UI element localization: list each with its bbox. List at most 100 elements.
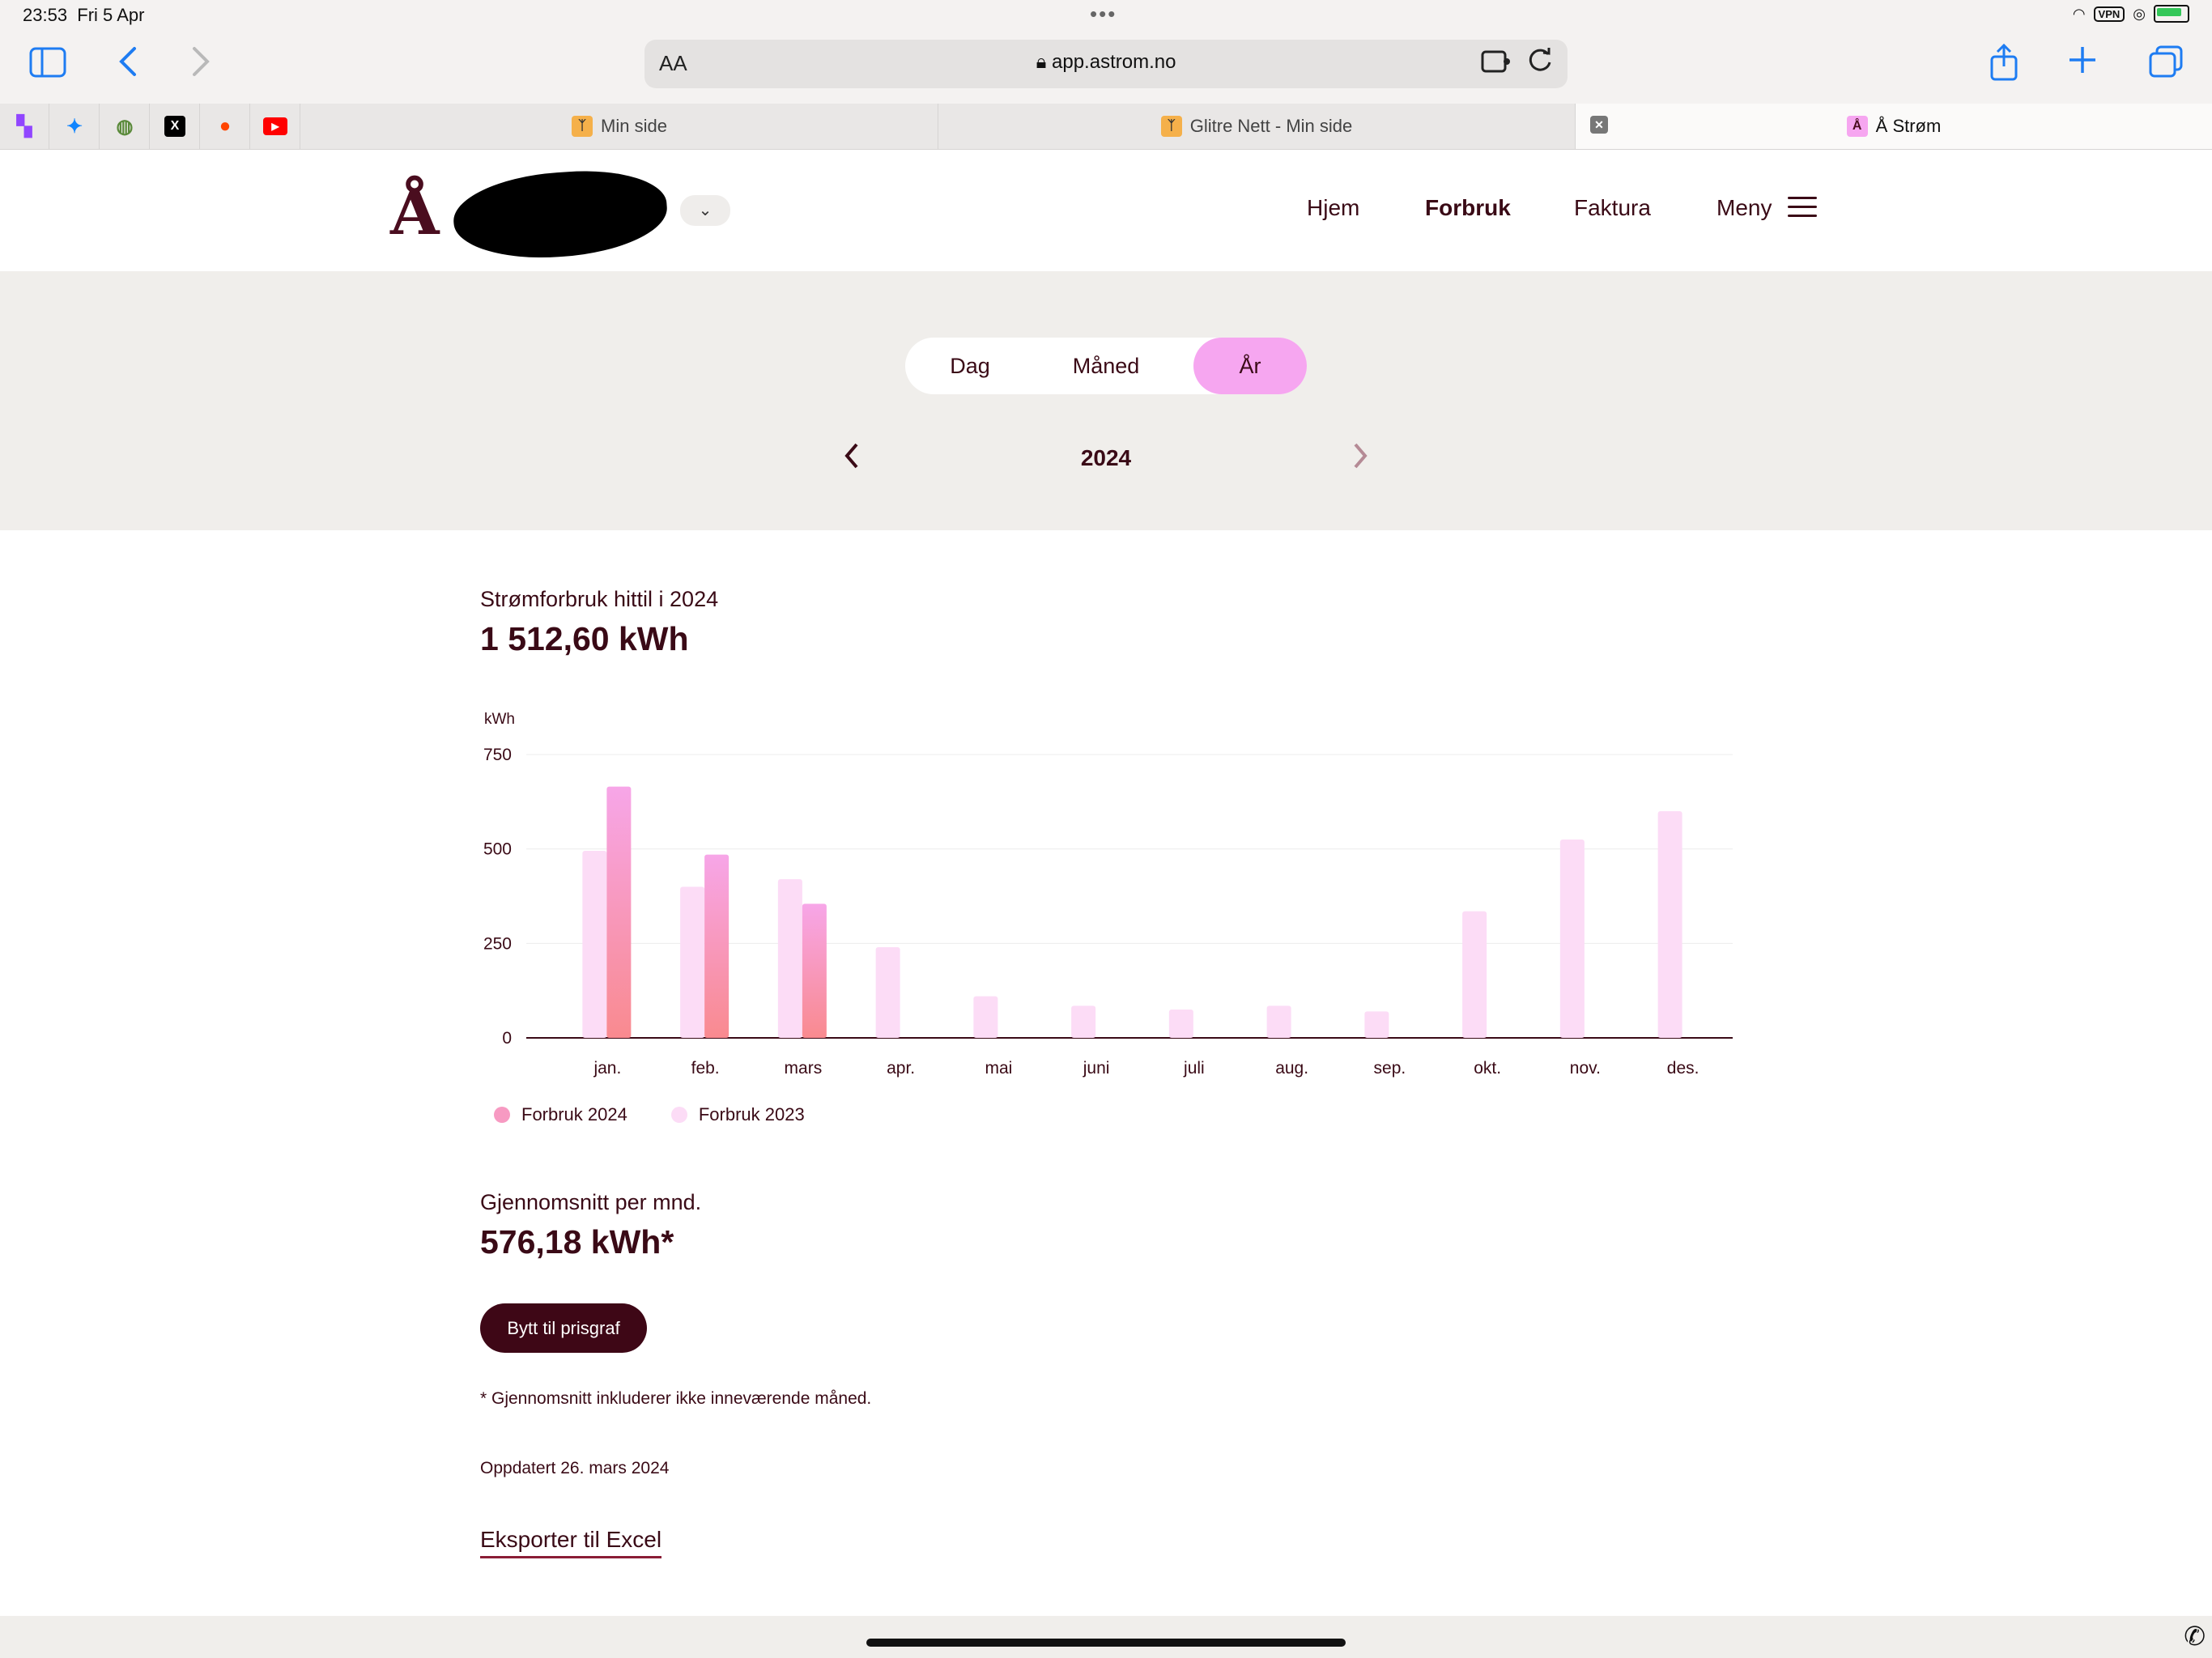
consumption-bar-chart: kWh 0 250 500 750 jan. feb. mars apr. mai juni ju… <box>483 711 1733 1078</box>
switch-to-price-graph-button[interactable]: Bytt til prisgraf <box>480 1303 647 1353</box>
bar-2023[interactable] <box>582 851 607 1038</box>
tab-title: Glitre Nett - Min side <box>1189 116 1353 136</box>
pinned-tab-youtube[interactable]: ▶ <box>251 104 300 149</box>
tab-min-side[interactable]: ᛉ Min side <box>301 104 938 149</box>
x-tick-label: nov. <box>1570 1059 1601 1078</box>
period-day[interactable]: Dag <box>905 338 1035 394</box>
total-label: Strømforbruk hittil i 2024 <box>480 587 719 611</box>
period-segmented-control: Dag Måned År <box>905 338 1307 394</box>
x-tick-label: mai <box>985 1059 1012 1078</box>
site-header: Å ⌄ Hjem Forbruk Faktura Meny <box>0 150 2212 271</box>
x-tick-label: juni <box>1083 1059 1110 1078</box>
pinned-tab-reddit[interactable]: ● <box>201 104 250 149</box>
pinned-tab-twitch[interactable]: ▚ <box>0 104 49 149</box>
home-indicator[interactable] <box>866 1639 1346 1647</box>
x-tick-label: apr. <box>887 1059 915 1078</box>
legend-2024-label: Forbruk 2024 <box>521 1104 627 1124</box>
status-icons: ◠ VPN ◎ <box>2073 5 2189 23</box>
pinned-tab-x[interactable]: X <box>151 104 200 149</box>
status-time: 23:53 Fri 5 Apr <box>23 5 145 25</box>
pinned-tab-mastodon[interactable]: ◍ <box>100 104 150 149</box>
phone-icon[interactable]: ✆ <box>2184 1621 2206 1652</box>
selected-year: 2024 <box>1080 445 1132 470</box>
twitch-icon: ▚ <box>16 115 32 138</box>
nav-menu[interactable]: Meny <box>1716 195 1772 221</box>
y-tick-label: 0 <box>502 1029 512 1048</box>
bluesky-icon: ✦ <box>66 115 83 138</box>
x-icon: X <box>164 116 185 137</box>
site-logo[interactable]: Å <box>390 176 440 249</box>
tab-glitre-nett[interactable]: ᛉ Glitre Nett - Min side <box>938 104 1576 149</box>
pinned-tab-bluesky[interactable]: ✦ <box>50 104 100 149</box>
sidebar-icon[interactable] <box>29 47 66 86</box>
bar-2023[interactable] <box>1559 840 1585 1038</box>
astrom-favicon-icon: Å <box>1846 116 1868 137</box>
nav-home[interactable]: Hjem <box>1307 195 1359 221</box>
next-year-icon[interactable] <box>1351 440 1370 481</box>
bar-2024[interactable] <box>802 903 827 1038</box>
browser-toolbar: AA 🔒︎ app.astrom.no <box>0 32 2212 104</box>
status-bar: 23:53 Fri 5 Apr ••• ◠ VPN ◎ <box>0 0 2212 32</box>
back-icon[interactable] <box>118 45 138 86</box>
legend-2023-label: Forbruk 2023 <box>698 1104 805 1124</box>
total-value: 1 512,60 kWh <box>480 620 689 657</box>
bar-2023[interactable] <box>1364 1011 1389 1038</box>
reload-icon[interactable] <box>1527 46 1553 80</box>
bar-2023[interactable] <box>1657 811 1682 1038</box>
new-tab-icon[interactable] <box>2068 45 2097 83</box>
y-axis-label: kWh <box>484 711 515 728</box>
address-bar[interactable]: AA 🔒︎ app.astrom.no <box>644 40 1568 88</box>
y-tick-label: 250 <box>483 934 512 953</box>
y-tick-label: 500 <box>483 840 512 859</box>
extension-icon[interactable] <box>1480 48 1511 82</box>
bar-2023[interactable] <box>777 879 802 1038</box>
x-tick-label: jan. <box>593 1059 621 1078</box>
vpn-badge: VPN <box>2093 6 2125 22</box>
consumption-chart: kWh 0 250 500 750 jan. feb. mars apr. mai juni ju… <box>462 704 1741 1146</box>
x-tick-label: sep. <box>1374 1059 1406 1078</box>
account-dropdown[interactable]: ⌄ <box>680 195 730 226</box>
average-value: 576,18 kWh* <box>480 1223 674 1261</box>
tab-overview-icon[interactable] <box>2149 45 2183 86</box>
x-tick-label: feb. <box>691 1059 720 1078</box>
x-tick-label: juli <box>1183 1059 1205 1078</box>
hamburger-icon[interactable] <box>1788 197 1817 223</box>
lock-icon: 🔒︎ <box>1036 51 1047 73</box>
x-tick-label: des. <box>1667 1059 1699 1078</box>
tab-bar: ▚ ✦ ◍ X ● ▶ ᛉ Min side ᛉ Glitre Nett - M… <box>0 104 2212 150</box>
nav-invoice[interactable]: Faktura <box>1574 195 1651 221</box>
bar-2023[interactable] <box>875 947 900 1038</box>
tab-title: Å Strøm <box>1875 116 1942 136</box>
export-excel-link[interactable]: Eksporter til Excel <box>480 1527 662 1558</box>
multitasking-dots[interactable]: ••• <box>1090 2 1117 27</box>
bar-2023[interactable] <box>973 996 998 1038</box>
redacted-account-name <box>450 164 670 265</box>
previous-year-icon[interactable] <box>842 440 861 481</box>
forward-icon[interactable] <box>191 45 211 86</box>
bar-2023[interactable] <box>1266 1005 1291 1038</box>
bottom-bar <box>0 1616 2212 1658</box>
bar-2023[interactable] <box>1462 911 1487 1038</box>
bar-2024[interactable] <box>704 854 730 1038</box>
period-year[interactable]: År <box>1193 338 1307 394</box>
nav-consumption[interactable]: Forbruk <box>1425 195 1511 221</box>
wifi-icon: ◠ <box>2072 5 2086 22</box>
y-tick-label: 750 <box>483 746 512 764</box>
x-tick-label: aug. <box>1275 1059 1308 1078</box>
share-icon[interactable] <box>1989 43 2019 89</box>
battery-icon <box>2154 5 2189 23</box>
mastodon-icon: ◍ <box>116 115 134 138</box>
bar-2023[interactable] <box>1071 1005 1096 1038</box>
tab-a-strom[interactable]: ✕ Å Å Strøm <box>1576 104 2212 149</box>
bar-2023[interactable] <box>680 886 705 1038</box>
x-tick-label: okt. <box>1474 1059 1501 1078</box>
bar-2024[interactable] <box>606 786 632 1038</box>
period-month[interactable]: Måned <box>1035 338 1177 394</box>
close-tab-icon[interactable]: ✕ <box>1590 116 1608 134</box>
chart-legend: Forbruk 2024 Forbruk 2023 <box>494 1104 805 1125</box>
average-label: Gjennomsnitt per mnd. <box>480 1190 702 1214</box>
bar-2023[interactable] <box>1168 1010 1193 1038</box>
average-footnote: * Gjennomsnitt inkluderer ikke inneværen… <box>480 1389 872 1408</box>
glitre-favicon-icon: ᛉ <box>1160 116 1182 137</box>
tab-title: Min side <box>601 116 667 136</box>
